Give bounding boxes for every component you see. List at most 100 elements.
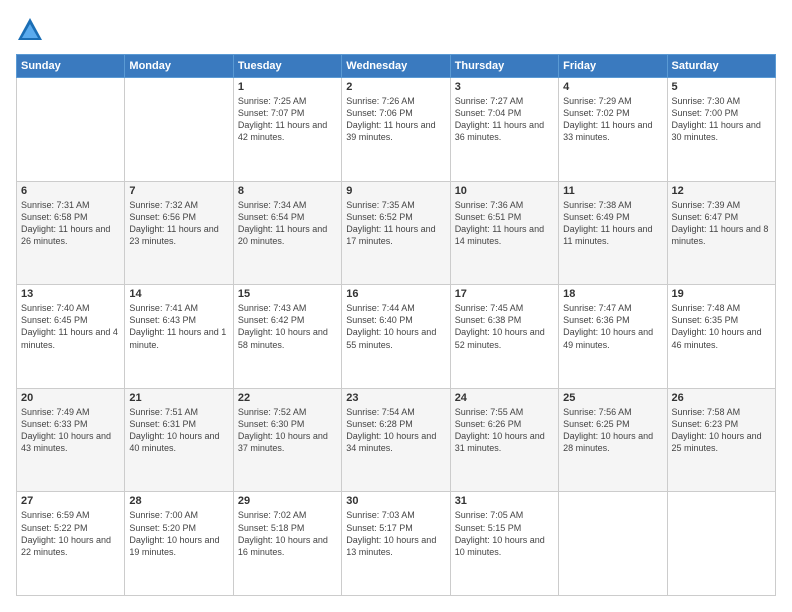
- day-info: Sunrise: 7:35 AM Sunset: 6:52 PM Dayligh…: [346, 199, 445, 248]
- calendar-cell: 4Sunrise: 7:29 AM Sunset: 7:02 PM Daylig…: [559, 78, 667, 182]
- calendar-cell: [559, 492, 667, 596]
- day-info: Sunrise: 7:41 AM Sunset: 6:43 PM Dayligh…: [129, 302, 228, 351]
- day-header-thursday: Thursday: [450, 55, 558, 78]
- day-info: Sunrise: 7:05 AM Sunset: 5:15 PM Dayligh…: [455, 509, 554, 558]
- day-info: Sunrise: 7:34 AM Sunset: 6:54 PM Dayligh…: [238, 199, 337, 248]
- day-number: 17: [455, 288, 554, 300]
- day-info: Sunrise: 7:40 AM Sunset: 6:45 PM Dayligh…: [21, 302, 120, 351]
- calendar-cell: 28 Sunrise: 7:00 AM Sunset: 5:20 PM Dayli…: [125, 492, 233, 596]
- calendar-cell: 17 Sunrise: 7:45 AM Sunset: 6:38 PM Dayli…: [450, 285, 558, 389]
- calendar-cell: 20Sunrise: 7:49 AM Sunset: 6:33 PM Dayli…: [17, 388, 125, 492]
- day-number: 31: [455, 495, 554, 507]
- calendar-cell: 26Sunrise: 7:58 AM Sunset: 6:23 PM Dayli…: [667, 388, 775, 492]
- day-header-wednesday: Wednesday: [342, 55, 450, 78]
- day-info: Sunrise: 7:26 AM Sunset: 7:06 PM Dayligh…: [346, 95, 445, 144]
- day-header-tuesday: Tuesday: [233, 55, 341, 78]
- day-info: Sunrise: 7:29 AM Sunset: 7:02 PM Dayligh…: [563, 95, 662, 144]
- calendar-cell: 19Sunrise: 7:48 AM Sunset: 6:35 PM Dayli…: [667, 285, 775, 389]
- calendar-week-3: 13 Sunrise: 7:40 AM Sunset: 6:45 PM Dayli…: [17, 285, 776, 389]
- day-info: Sunrise: 7:38 AM Sunset: 6:49 PM Dayligh…: [563, 199, 662, 248]
- day-number: 26: [672, 392, 771, 404]
- calendar-cell: 30 Sunrise: 7:03 AM Sunset: 5:17 PM Dayli…: [342, 492, 450, 596]
- day-number: 18: [563, 288, 662, 300]
- day-info: Sunrise: 7:25 AM Sunset: 7:07 PM Dayligh…: [238, 95, 337, 144]
- day-info: Sunrise: 7:43 AM Sunset: 6:42 PM Dayligh…: [238, 302, 337, 351]
- day-number: 12: [672, 185, 771, 197]
- calendar: SundayMondayTuesdayWednesdayThursdayFrid…: [16, 54, 776, 596]
- day-number: 13: [21, 288, 120, 300]
- day-number: 5: [672, 81, 771, 93]
- day-number: 23: [346, 392, 445, 404]
- day-header-sunday: Sunday: [17, 55, 125, 78]
- calendar-cell: 24 Sunrise: 7:55 AM Sunset: 6:26 PM Dayli…: [450, 388, 558, 492]
- calendar-header-row: SundayMondayTuesdayWednesdayThursdayFrid…: [17, 55, 776, 78]
- day-info: Sunrise: 7:47 AM Sunset: 6:36 PM Dayligh…: [563, 302, 662, 351]
- calendar-cell: 5 Sunrise: 7:30 AM Sunset: 7:00 PM Daylig…: [667, 78, 775, 182]
- day-info: Sunrise: 6:59 AM Sunset: 5:22 PM Dayligh…: [21, 509, 120, 558]
- day-number: 3: [455, 81, 554, 93]
- day-number: 2: [346, 81, 445, 93]
- calendar-cell: 18 Sunrise: 7:47 AM Sunset: 6:36 PM Dayli…: [559, 285, 667, 389]
- logo: [16, 16, 48, 44]
- day-number: 24: [455, 392, 554, 404]
- day-header-monday: Monday: [125, 55, 233, 78]
- calendar-week-2: 6 Sunrise: 7:31 AM Sunset: 6:58 PM Daylig…: [17, 181, 776, 285]
- calendar-cell: [667, 492, 775, 596]
- calendar-cell: 13 Sunrise: 7:40 AM Sunset: 6:45 PM Dayli…: [17, 285, 125, 389]
- calendar-cell: 7 Sunrise: 7:32 AM Sunset: 6:56 PM Daylig…: [125, 181, 233, 285]
- day-info: Sunrise: 7:39 AM Sunset: 6:47 PM Dayligh…: [672, 199, 771, 248]
- day-info: Sunrise: 7:51 AM Sunset: 6:31 PM Dayligh…: [129, 406, 228, 455]
- logo-icon: [16, 16, 44, 44]
- day-info: Sunrise: 7:48 AM Sunset: 6:35 PM Dayligh…: [672, 302, 771, 351]
- day-number: 28: [129, 495, 228, 507]
- calendar-cell: 12 Sunrise: 7:39 AM Sunset: 6:47 PM Dayli…: [667, 181, 775, 285]
- day-info: Sunrise: 7:52 AM Sunset: 6:30 PM Dayligh…: [238, 406, 337, 455]
- day-info: Sunrise: 7:00 AM Sunset: 5:20 PM Dayligh…: [129, 509, 228, 558]
- day-number: 7: [129, 185, 228, 197]
- calendar-week-4: 20Sunrise: 7:49 AM Sunset: 6:33 PM Dayli…: [17, 388, 776, 492]
- day-info: Sunrise: 7:56 AM Sunset: 6:25 PM Dayligh…: [563, 406, 662, 455]
- day-info: Sunrise: 7:02 AM Sunset: 5:18 PM Dayligh…: [238, 509, 337, 558]
- day-info: Sunrise: 7:30 AM Sunset: 7:00 PM Dayligh…: [672, 95, 771, 144]
- calendar-cell: 3 Sunrise: 7:27 AM Sunset: 7:04 PM Daylig…: [450, 78, 558, 182]
- page: SundayMondayTuesdayWednesdayThursdayFrid…: [0, 0, 792, 612]
- day-info: Sunrise: 7:32 AM Sunset: 6:56 PM Dayligh…: [129, 199, 228, 248]
- day-number: 21: [129, 392, 228, 404]
- day-number: 9: [346, 185, 445, 197]
- day-header-saturday: Saturday: [667, 55, 775, 78]
- day-number: 30: [346, 495, 445, 507]
- calendar-cell: 9 Sunrise: 7:35 AM Sunset: 6:52 PM Daylig…: [342, 181, 450, 285]
- day-number: 25: [563, 392, 662, 404]
- day-info: Sunrise: 7:54 AM Sunset: 6:28 PM Dayligh…: [346, 406, 445, 455]
- calendar-cell: 16 Sunrise: 7:44 AM Sunset: 6:40 PM Dayli…: [342, 285, 450, 389]
- calendar-cell: 6 Sunrise: 7:31 AM Sunset: 6:58 PM Daylig…: [17, 181, 125, 285]
- day-info: Sunrise: 7:44 AM Sunset: 6:40 PM Dayligh…: [346, 302, 445, 351]
- day-info: Sunrise: 7:31 AM Sunset: 6:58 PM Dayligh…: [21, 199, 120, 248]
- calendar-cell: 2 Sunrise: 7:26 AM Sunset: 7:06 PM Daylig…: [342, 78, 450, 182]
- day-number: 29: [238, 495, 337, 507]
- day-header-friday: Friday: [559, 55, 667, 78]
- calendar-cell: 29 Sunrise: 7:02 AM Sunset: 5:18 PM Dayli…: [233, 492, 341, 596]
- day-info: Sunrise: 7:45 AM Sunset: 6:38 PM Dayligh…: [455, 302, 554, 351]
- calendar-cell: 25 Sunrise: 7:56 AM Sunset: 6:25 PM Dayli…: [559, 388, 667, 492]
- day-info: Sunrise: 7:03 AM Sunset: 5:17 PM Dayligh…: [346, 509, 445, 558]
- day-number: 8: [238, 185, 337, 197]
- day-number: 27: [21, 495, 120, 507]
- calendar-cell: 21 Sunrise: 7:51 AM Sunset: 6:31 PM Dayli…: [125, 388, 233, 492]
- calendar-cell: 23 Sunrise: 7:54 AM Sunset: 6:28 PM Dayli…: [342, 388, 450, 492]
- day-number: 10: [455, 185, 554, 197]
- day-info: Sunrise: 7:55 AM Sunset: 6:26 PM Dayligh…: [455, 406, 554, 455]
- day-info: Sunrise: 7:27 AM Sunset: 7:04 PM Dayligh…: [455, 95, 554, 144]
- day-number: 6: [21, 185, 120, 197]
- day-number: 11: [563, 185, 662, 197]
- calendar-cell: [125, 78, 233, 182]
- calendar-cell: 27 Sunrise: 6:59 AM Sunset: 5:22 PM Dayli…: [17, 492, 125, 596]
- calendar-cell: 8 Sunrise: 7:34 AM Sunset: 6:54 PM Daylig…: [233, 181, 341, 285]
- calendar-cell: 11 Sunrise: 7:38 AM Sunset: 6:49 PM Dayli…: [559, 181, 667, 285]
- day-number: 16: [346, 288, 445, 300]
- day-number: 22: [238, 392, 337, 404]
- header: [16, 16, 776, 44]
- calendar-cell: 22 Sunrise: 7:52 AM Sunset: 6:30 PM Dayli…: [233, 388, 341, 492]
- day-number: 20: [21, 392, 120, 404]
- calendar-cell: 15Sunrise: 7:43 AM Sunset: 6:42 PM Dayli…: [233, 285, 341, 389]
